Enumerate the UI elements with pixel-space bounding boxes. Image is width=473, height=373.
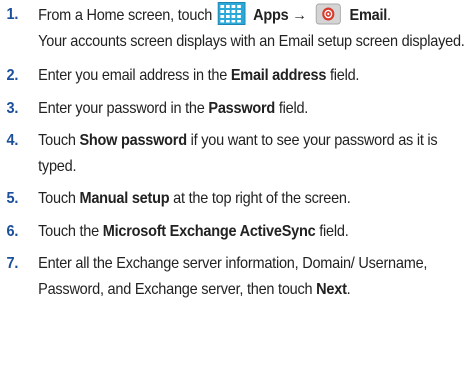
field-name: Password	[208, 99, 276, 117]
step-number: 3.	[6, 99, 19, 117]
step-text: Your accounts screen displays with an Em…	[38, 32, 465, 50]
step-4: 4. Touch Show password if you want to se…	[0, 128, 470, 179]
step-text: field.	[326, 67, 360, 84]
step-text: Enter all the Exchange server informatio…	[38, 255, 428, 298]
step-text: .	[387, 7, 391, 24]
step-text: Touch	[38, 190, 80, 207]
step-1: 1. From a Home screen, touch Apps → Emai…	[0, 2, 470, 54]
step-number: 6.	[6, 222, 19, 240]
step-text: Touch	[38, 132, 80, 149]
step-text: From a Home screen, touch	[38, 7, 213, 24]
email-label: Email	[349, 7, 388, 24]
apps-label: Apps	[253, 7, 289, 24]
step-3: 3. Enter your password in the Password f…	[0, 96, 470, 122]
step-text: Enter you email address in the	[38, 67, 231, 84]
step-number: 2.	[6, 67, 19, 84]
field-name: Microsoft Exchange ActiveSync	[102, 222, 316, 240]
step-text: field.	[315, 222, 349, 240]
step-text: field.	[275, 99, 309, 117]
step-text: .	[346, 280, 351, 298]
step-6: 6. Touch the Microsoft Exchange ActiveSy…	[0, 219, 470, 245]
step-number: 7.	[6, 255, 19, 272]
step-number: 5.	[6, 190, 19, 207]
step-number: 1.	[6, 6, 19, 23]
step-5: 5. Touch Manual setup at the top right o…	[0, 186, 470, 212]
field-name: Email address	[230, 67, 327, 84]
email-app-icon	[315, 3, 341, 25]
option-name: Manual setup	[79, 190, 170, 207]
step-text: Enter your password in the	[38, 99, 209, 117]
step-number: 4.	[6, 132, 19, 149]
step-7: 7. Enter all the Exchange server informa…	[0, 251, 470, 302]
option-name: Show password	[79, 132, 187, 149]
button-name: Next	[316, 280, 347, 298]
arrow-icon: →	[292, 7, 307, 24]
step-text: Touch the	[38, 222, 103, 240]
step-text: at the top right of the screen.	[169, 190, 351, 207]
instruction-list: 1. From a Home screen, touch Apps → Emai…	[0, 0, 473, 302]
step-2: 2. Enter you email address in the Email …	[0, 63, 470, 89]
apps-grid-icon	[217, 2, 246, 25]
